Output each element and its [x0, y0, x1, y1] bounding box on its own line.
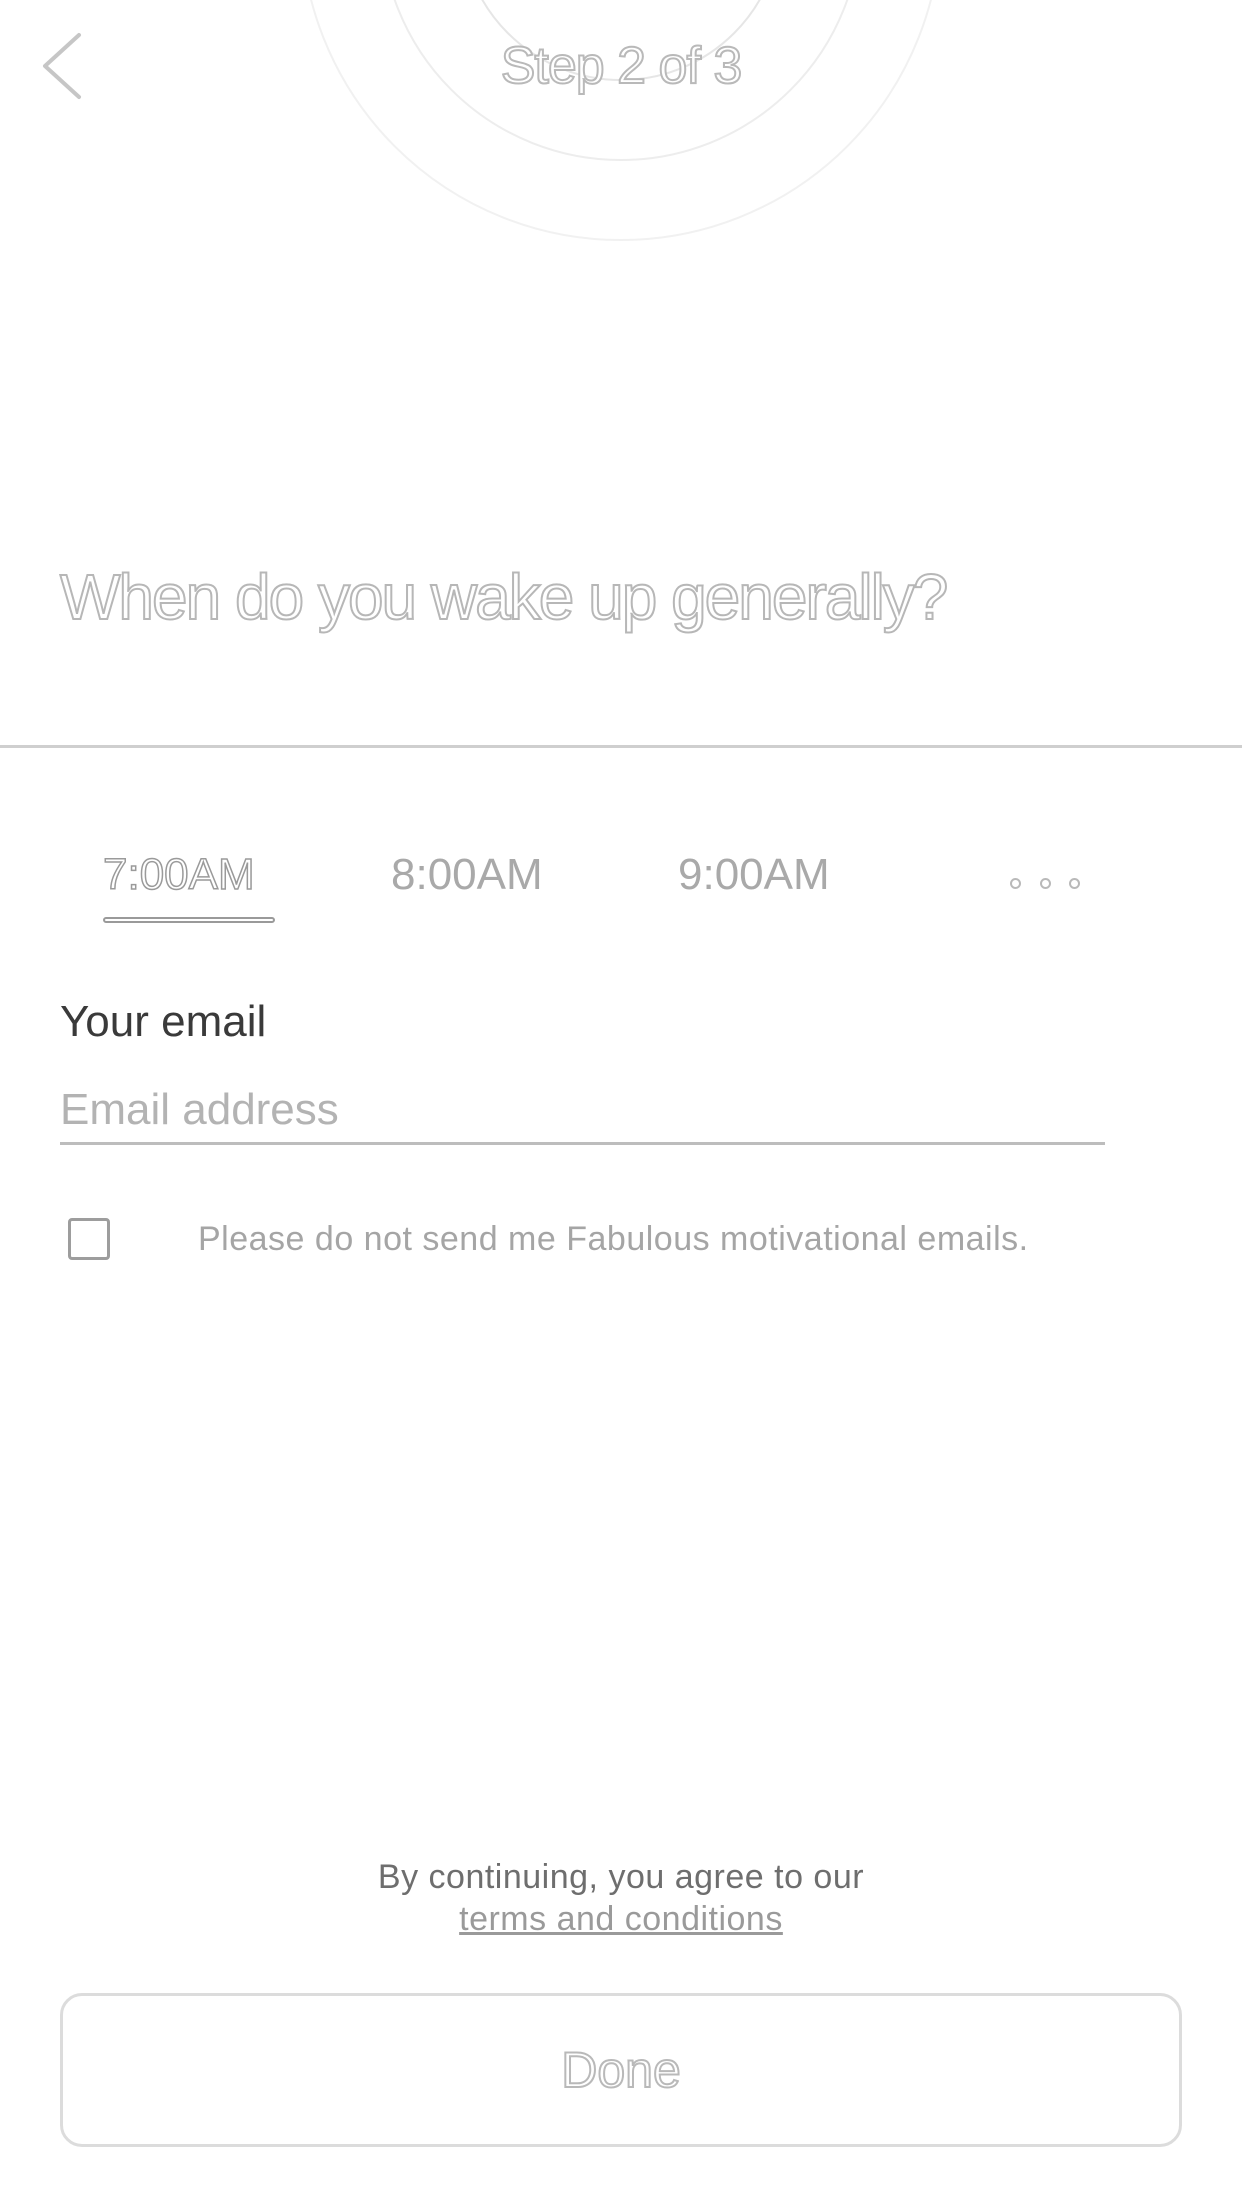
more-dots-icon — [1010, 877, 1021, 889]
more-dots-icon — [1069, 877, 1080, 889]
email-field[interactable] — [60, 1078, 1105, 1145]
divider — [0, 745, 1242, 748]
selected-time-indicator — [103, 917, 275, 923]
done-button[interactable]: Done — [60, 1993, 1182, 2147]
terms-link[interactable]: terms and conditions — [459, 1900, 783, 1938]
done-button-label: Done — [560, 2041, 682, 2099]
optout-checkbox[interactable] — [68, 1218, 110, 1260]
terms-link-row: terms and conditions — [0, 1900, 1242, 1939]
more-times-button[interactable] — [1010, 868, 1080, 898]
time-option-8am[interactable]: 8:00AM — [391, 850, 543, 900]
page-title: When do you wake up generally? — [59, 560, 949, 634]
terms-intro-text: By continuing, you agree to our — [377, 1858, 865, 1896]
optout-row: Please do not send me Fabulous motivatio… — [68, 1218, 1029, 1260]
time-option-7am[interactable]: 7:00AM — [102, 849, 255, 900]
time-option-9am[interactable]: 9:00AM — [678, 850, 830, 900]
step-indicator: Step 2 of 3 — [500, 36, 744, 96]
email-label: Your email — [60, 997, 267, 1046]
optout-label: Please do not send me Fabulous motivatio… — [198, 1219, 1029, 1258]
more-dots-icon — [1039, 877, 1051, 889]
